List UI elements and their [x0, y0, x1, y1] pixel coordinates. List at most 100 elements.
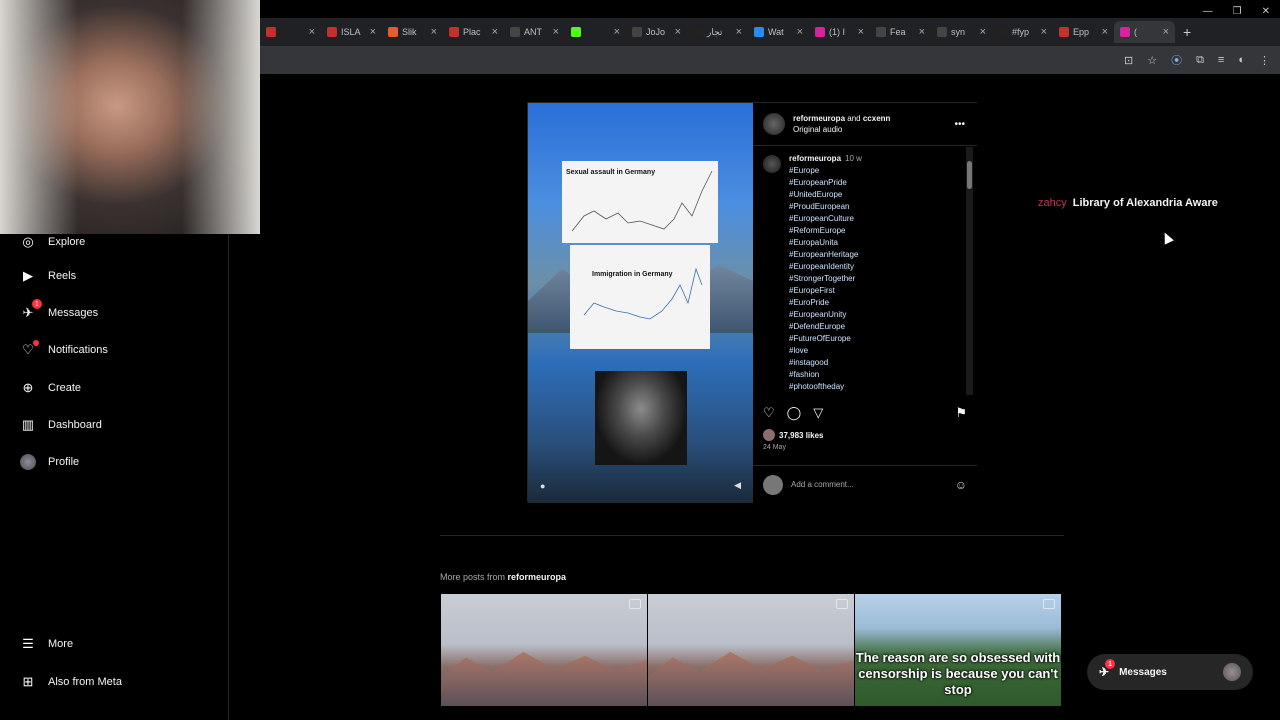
- mouse-cursor-icon: [1160, 230, 1174, 245]
- hashtag-link[interactable]: #ProudEuropean: [789, 201, 862, 213]
- tab-close-icon[interactable]: ×: [919, 26, 925, 38]
- sidebar-item-messages[interactable]: ✈ 1 Messages: [20, 299, 98, 321]
- tab-close-icon[interactable]: ×: [858, 26, 864, 38]
- tab-close-icon[interactable]: ×: [309, 26, 315, 38]
- hashtag-link[interactable]: #DefendEurope: [789, 321, 862, 333]
- restore-icon[interactable]: ❐: [1233, 6, 1242, 17]
- hashtag-link[interactable]: #EuropeanIdentity: [789, 261, 862, 273]
- comment-input[interactable]: Add a comment...: [791, 480, 854, 489]
- browser-tab[interactable]: تجار ×: [687, 21, 748, 43]
- hashtag-link[interactable]: #ReformEurope: [789, 225, 862, 237]
- tab-label: (1) I: [829, 27, 846, 37]
- more-post-thumbnail-3[interactable]: The reason are so obsessed with censorsh…: [855, 594, 1061, 706]
- hashtag-link[interactable]: #EuropeanPride: [789, 177, 862, 189]
- bookmark-icon[interactable]: ⚑: [955, 405, 967, 421]
- tagged-user-icon[interactable]: ●: [540, 481, 545, 491]
- share-icon[interactable]: ▽: [813, 405, 823, 421]
- sidebar-item-reels[interactable]: ▶ Reels: [20, 268, 76, 284]
- sidebar-item-create[interactable]: ⊕ Create: [20, 380, 81, 396]
- tab-favicon-icon: [449, 27, 459, 37]
- hashtag-link[interactable]: #EuroPride: [789, 297, 862, 309]
- also-from-meta[interactable]: ⊞ Also from Meta: [20, 674, 122, 690]
- minimize-icon[interactable]: —: [1203, 6, 1213, 17]
- more-post-thumbnail-2[interactable]: [648, 594, 854, 706]
- tab-close-icon[interactable]: ×: [736, 26, 742, 38]
- comment-bubble-icon[interactable]: ◯: [787, 405, 802, 421]
- more-menu[interactable]: ☰ More: [20, 636, 73, 652]
- tab-label: #fyp: [1012, 27, 1030, 37]
- hashtag-link[interactable]: #UnitedEurope: [789, 189, 862, 201]
- likes-count[interactable]: 37,983 likes: [763, 429, 823, 441]
- extensions-icon[interactable]: ⧉: [1196, 54, 1204, 67]
- browser-tab[interactable]: ×: [260, 21, 321, 43]
- hashtag-link[interactable]: #fashion: [789, 369, 862, 381]
- browser-tab[interactable]: ANT ×: [504, 21, 565, 43]
- hashtag-link[interactable]: #EuropeanCulture: [789, 213, 862, 225]
- tab-favicon-icon: [754, 27, 764, 37]
- tab-close-icon[interactable]: ×: [553, 26, 559, 38]
- install-icon[interactable]: ⊡: [1124, 54, 1133, 67]
- tab-close-icon[interactable]: ×: [797, 26, 803, 38]
- tab-close-icon[interactable]: ×: [1102, 26, 1108, 38]
- audio-icon[interactable]: ⦿: [1171, 52, 1182, 68]
- post-media[interactable]: Sexual assault in Germany Immigration in…: [528, 103, 753, 503]
- chart-image-2: Immigration in Germany: [570, 245, 710, 349]
- post-author[interactable]: reformeuropa: [793, 114, 845, 123]
- audio-label[interactable]: Original audio: [793, 125, 842, 134]
- browser-tab[interactable]: ×: [565, 21, 626, 43]
- profile-icon[interactable]: ◐: [1238, 54, 1245, 66]
- sidebar-item-notifications[interactable]: ♡ Notifications: [20, 340, 108, 358]
- media-control-icon[interactable]: ≡: [1218, 54, 1224, 66]
- tab-favicon-icon: [815, 27, 825, 37]
- caption-user[interactable]: reformeuropa: [789, 154, 841, 163]
- hashtag-link[interactable]: #StrongerTogether: [789, 273, 862, 285]
- browser-tab[interactable]: Plac ×: [443, 21, 504, 43]
- hashtag-link[interactable]: #instagood: [789, 357, 862, 369]
- browser-tab[interactable]: (1) I ×: [809, 21, 870, 43]
- browser-tab[interactable]: #fyp ×: [992, 21, 1053, 43]
- hashtag-link[interactable]: #EuropeFirst: [789, 285, 862, 297]
- like-heart-icon[interactable]: ♡: [763, 405, 775, 421]
- emoji-icon[interactable]: ☺: [955, 478, 967, 492]
- browser-tab[interactable]: Slik ×: [382, 21, 443, 43]
- sidebar-item-dashboard[interactable]: ▥ Dashboard: [20, 417, 102, 433]
- browser-tab[interactable]: (×: [1114, 21, 1175, 43]
- hashtag-link[interactable]: #photooftheday: [789, 381, 862, 393]
- tab-favicon-icon: [510, 27, 520, 37]
- post-coauthor[interactable]: ccxenn: [863, 114, 891, 123]
- more-options-icon[interactable]: •••: [954, 119, 965, 130]
- hashtag-link[interactable]: #love: [789, 345, 862, 357]
- browser-tab[interactable]: Fea ×: [870, 21, 931, 43]
- more-post-thumbnail-1[interactable]: [441, 594, 647, 706]
- tab-close-icon[interactable]: ×: [370, 26, 376, 38]
- tab-close-icon[interactable]: ×: [492, 26, 498, 38]
- new-tab-button[interactable]: +: [1183, 24, 1191, 40]
- bookmark-star-icon[interactable]: ☆: [1147, 54, 1157, 67]
- hashtag-link[interactable]: #EuropeanHeritage: [789, 249, 862, 261]
- browser-tab[interactable]: JoJo ×: [626, 21, 687, 43]
- tab-close-icon[interactable]: ×: [980, 26, 986, 38]
- browser-tab[interactable]: Wat ×: [748, 21, 809, 43]
- tab-close-icon[interactable]: ×: [1041, 26, 1047, 38]
- hashtag-link[interactable]: #FutureOfEurope: [789, 333, 862, 345]
- avatar[interactable]: [763, 113, 785, 135]
- mute-icon[interactable]: ◀: [734, 480, 741, 491]
- menu-icon[interactable]: ⋮: [1259, 54, 1270, 67]
- tab-close-icon[interactable]: ×: [675, 26, 681, 38]
- tab-close-icon[interactable]: ×: [614, 26, 620, 38]
- browser-tab[interactable]: ISLA ×: [321, 21, 382, 43]
- close-window-icon[interactable]: ✕: [1262, 6, 1270, 17]
- sidebar-item-profile[interactable]: Profile: [20, 454, 79, 470]
- tab-close-icon[interactable]: ×: [1163, 26, 1169, 38]
- hashtag-link[interactable]: #EuropeanUnity: [789, 309, 862, 321]
- messages-floating-button[interactable]: ✈ 1 Messages: [1087, 654, 1253, 690]
- avatar[interactable]: [763, 155, 781, 173]
- caption-scrollbar[interactable]: [966, 147, 973, 395]
- tab-close-icon[interactable]: ×: [431, 26, 437, 38]
- hashtag-link[interactable]: #Europe: [789, 165, 862, 177]
- browser-tab[interactable]: syn ×: [931, 21, 992, 43]
- more-posts-user[interactable]: reformeuropa: [508, 572, 567, 582]
- browser-tab[interactable]: Epp ×: [1053, 21, 1114, 43]
- sidebar-item-explore[interactable]: ◎ Explore: [20, 234, 85, 250]
- hashtag-link[interactable]: #EuropaUnita: [789, 237, 862, 249]
